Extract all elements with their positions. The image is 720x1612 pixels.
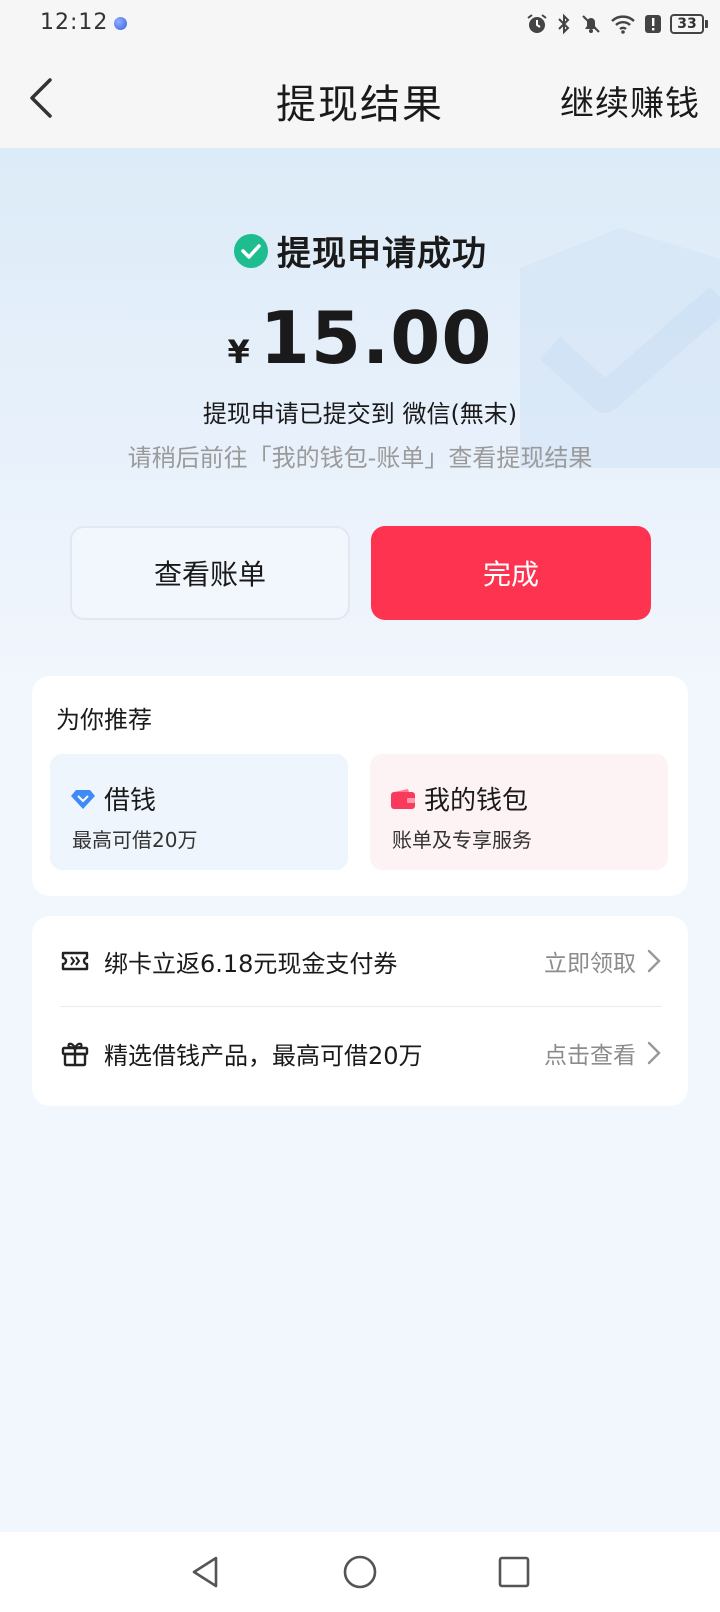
wifi-icon: [611, 15, 635, 34]
withdraw-result-page: 12:12 33 提现结果 继续赚钱 提现申请成功 ¥ 15.00 提现申请已提…: [0, 0, 720, 1612]
result-hero: 提现申请成功 ¥ 15.00 提现申请已提交到 微信(無末) 请稍后前往「我的钱…: [0, 148, 720, 688]
nav-bar: 提现结果 继续赚钱: [0, 48, 720, 148]
success-title: 提现申请成功: [277, 234, 487, 274]
battery-indicator: 33: [670, 14, 708, 34]
system-back-icon[interactable]: [186, 1552, 226, 1592]
view-bill-button[interactable]: 查看账单: [70, 526, 350, 620]
success-status: 提现申请成功: [0, 226, 720, 275]
chevron-right-icon: [647, 1041, 661, 1065]
alert-icon: [645, 15, 661, 33]
system-nav-bar: [0, 1532, 720, 1612]
amount-value: 15.00: [259, 296, 493, 380]
app-indicator-dot: [114, 17, 127, 30]
ticket-icon: [61, 951, 89, 971]
recommend-item-wallet[interactable]: 我的钱包 账单及专享服务: [370, 754, 668, 870]
status-icons: 33: [526, 10, 708, 38]
promo-row-bind-card[interactable]: 绑卡立返6.18元现金支付券 立即领取: [60, 916, 662, 1007]
battery-level: 33: [670, 14, 704, 34]
bluetooth-icon: [558, 13, 570, 35]
tile-name: 借钱: [104, 786, 157, 816]
promo-text: 绑卡立返6.18元现金支付券: [104, 949, 398, 978]
success-check-icon: [234, 233, 268, 268]
tile-desc: 账单及专享服务: [392, 828, 532, 852]
mute-bell-icon: [582, 15, 600, 33]
promo-list-card: 绑卡立返6.18元现金支付券 立即领取 精选借钱产品，最高可借20万 点击查看: [32, 916, 688, 1106]
tile-head: 我的钱包: [390, 780, 528, 817]
done-button[interactable]: 完成: [371, 526, 651, 620]
currency-symbol: ¥: [227, 333, 250, 371]
promo-text: 精选借钱产品，最高可借20万: [104, 1041, 423, 1070]
recommend-item-loan[interactable]: 借钱 最高可借20万: [50, 754, 348, 870]
battery-tip: [705, 20, 708, 28]
promo-action: 点击查看: [544, 1043, 636, 1069]
chevron-right-icon: [647, 949, 661, 973]
status-time: 12:12: [40, 10, 109, 35]
system-recent-apps-icon[interactable]: [494, 1552, 534, 1592]
promo-action: 立即领取: [544, 951, 636, 977]
continue-earning-button[interactable]: 继续赚钱: [560, 76, 700, 125]
status-bar: 12:12 33: [0, 0, 720, 48]
diamond-icon: [71, 789, 95, 809]
alarm-icon: [527, 14, 547, 33]
check-result-hint: 请稍后前往「我的钱包-账单」查看提现结果: [127, 444, 593, 472]
tile-head: 借钱: [70, 780, 156, 817]
promo-row-loan-products[interactable]: 精选借钱产品，最高可借20万 点击查看: [60, 1008, 662, 1098]
submitted-to-text: 提现申请已提交到 微信(無末): [202, 400, 518, 428]
tile-name: 我的钱包: [424, 786, 529, 816]
system-home-icon[interactable]: [340, 1552, 380, 1592]
wallet-icon: [391, 788, 415, 809]
withdraw-amount: ¥ 15.00: [0, 296, 720, 380]
recommend-card: 为你推荐 借钱 最高可借20万 我的钱包 账单及专享服务: [32, 676, 688, 896]
gift-icon: [61, 1042, 89, 1067]
recommend-title: 为你推荐: [56, 706, 152, 734]
tile-desc: 最高可借20万: [72, 828, 198, 852]
